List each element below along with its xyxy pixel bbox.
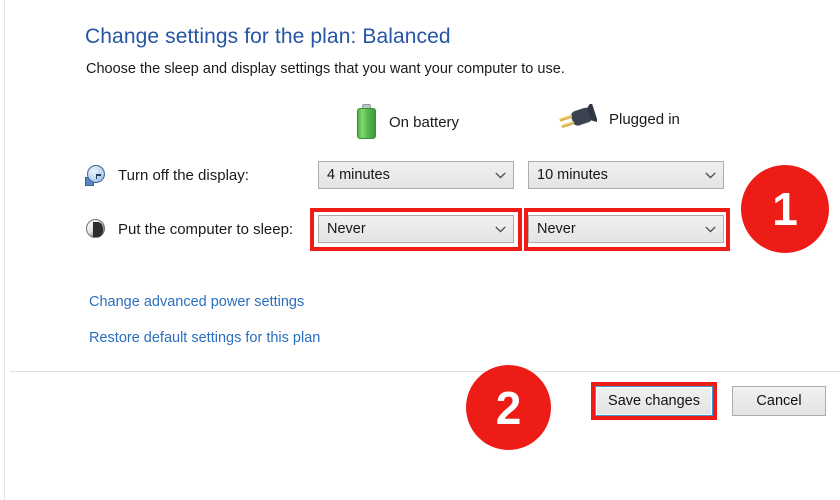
column-header-on-battery-label: On battery (389, 113, 460, 131)
dropdown-turn-off-display-plugged-in[interactable]: 10 minutes (528, 161, 724, 189)
sleep-moon-icon (85, 218, 107, 240)
row-label-put-computer-to-sleep: Put the computer to sleep: (85, 218, 293, 240)
page-subtitle: Choose the sleep and display settings th… (86, 61, 565, 77)
footer-divider (10, 371, 840, 372)
column-header-plugged-in-label: Plugged in (609, 110, 680, 128)
power-options-window: Change settings for the plan: Balanced C… (4, 0, 840, 500)
cancel-button[interactable]: Cancel (732, 386, 826, 416)
dropdown-sleep-plugged-in-value: Never (537, 221, 576, 237)
chevron-down-icon (697, 171, 723, 179)
dropdown-sleep-plugged-in[interactable]: Never (528, 215, 724, 243)
dropdown-turn-off-display-on-battery[interactable]: 4 minutes (318, 161, 514, 189)
row-label-put-computer-to-sleep-text: Put the computer to sleep: (118, 220, 294, 238)
row-label-turn-off-display: Turn off the display: (85, 164, 249, 186)
link-restore-default-settings[interactable]: Restore default settings for this plan (89, 330, 320, 346)
dropdown-turn-off-display-plugged-in-value: 10 minutes (537, 167, 608, 183)
row-label-turn-off-display-text: Turn off the display: (118, 166, 249, 184)
annotation-badge-1: 1 (741, 165, 829, 253)
annotation-badge-2: 2 (466, 365, 551, 450)
dropdown-sleep-on-battery[interactable]: Never (318, 215, 514, 243)
column-header-on-battery: On battery (357, 104, 459, 140)
battery-icon (357, 104, 377, 140)
chevron-down-icon (487, 171, 513, 179)
page-title: Change settings for the plan: Balanced (85, 25, 451, 48)
link-change-advanced-power-settings[interactable]: Change advanced power settings (89, 294, 304, 310)
chevron-down-icon (487, 225, 513, 233)
chevron-down-icon (697, 225, 723, 233)
dropdown-sleep-on-battery-value: Never (327, 221, 366, 237)
save-changes-button[interactable]: Save changes (595, 386, 713, 416)
plug-icon (555, 101, 599, 134)
clock-icon (85, 164, 107, 186)
dropdown-turn-off-display-on-battery-value: 4 minutes (327, 167, 390, 183)
column-header-plugged-in: Plugged in (555, 101, 680, 134)
